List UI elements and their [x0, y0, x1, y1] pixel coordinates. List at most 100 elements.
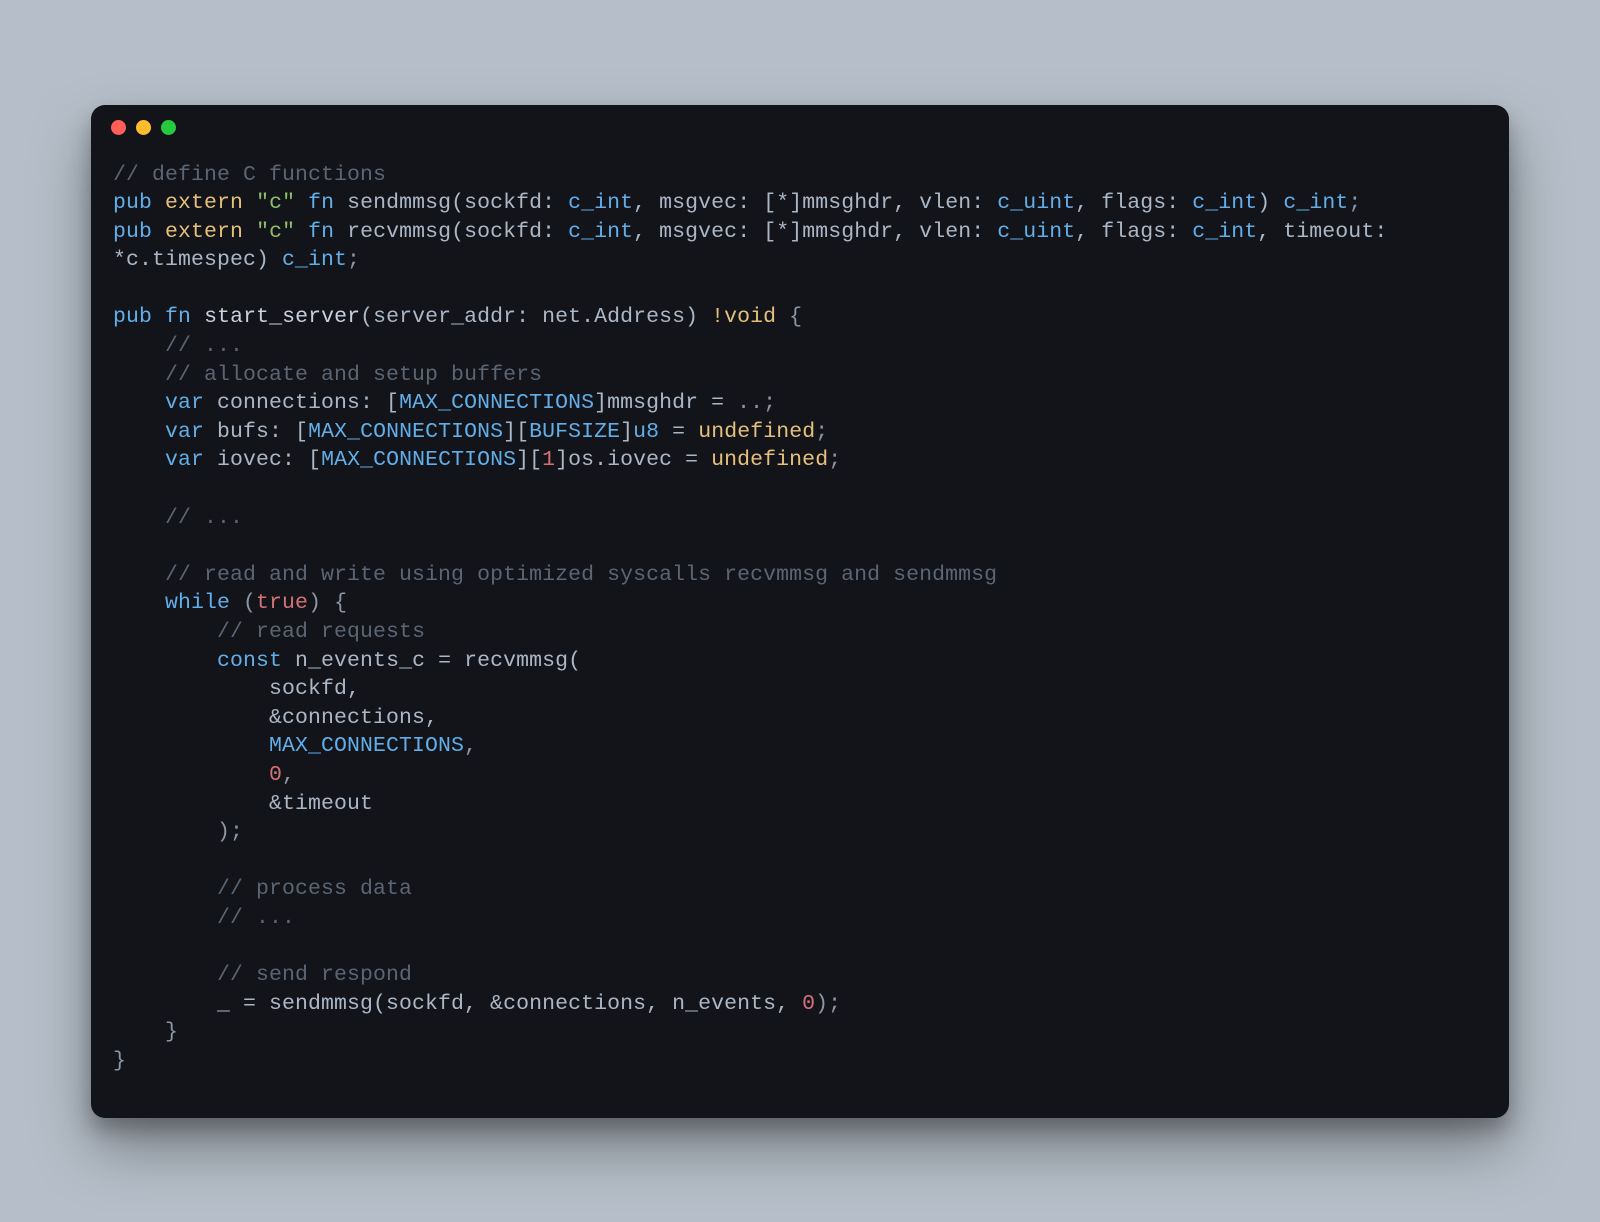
code-token: c_int — [568, 191, 633, 215]
code-token: // ... — [217, 906, 295, 930]
code-token: true — [256, 591, 308, 615]
code-token: c_int — [1192, 191, 1257, 215]
code-token: &timeout — [113, 792, 373, 816]
code-token: // define C functions — [113, 163, 386, 187]
code-token — [113, 734, 269, 758]
code-token: c_int — [568, 220, 633, 244]
code-token: while — [165, 591, 230, 615]
code-token: fn — [165, 305, 191, 329]
code-token — [152, 305, 165, 329]
code-token — [243, 220, 256, 244]
code-token: , msgvec: [*]mmsghdr, vlen: — [633, 191, 997, 215]
code-token: { — [776, 305, 802, 329]
code-token: ; — [1348, 191, 1361, 215]
code-token: , flags: — [1075, 191, 1192, 215]
code-token: connections: [ — [204, 391, 399, 415]
code-token: _ = sendmmsg(sockfd, &connections, n_eve… — [113, 992, 802, 1016]
code-token — [113, 334, 165, 358]
code-token — [113, 763, 269, 787]
code-token: // ... — [165, 506, 243, 530]
code-token: , msgvec: [*]mmsghdr, vlen: — [633, 220, 997, 244]
code-token: pub — [113, 305, 152, 329]
code-token — [113, 563, 165, 587]
code-token: "c" — [256, 191, 295, 215]
code-token — [113, 906, 217, 930]
window-titlebar — [91, 105, 1509, 151]
code-block: // define C functions pub extern "c" fn … — [91, 151, 1509, 1118]
code-token: "c" — [256, 220, 295, 244]
code-token: n_events_c = recvmmsg( — [282, 649, 581, 673]
code-token: *c.timespec) — [113, 248, 282, 272]
code-token: recvmmsg(sockfd: — [334, 220, 568, 244]
code-token: c_int — [282, 248, 347, 272]
code-token: ; — [347, 248, 360, 272]
minimize-icon[interactable] — [136, 120, 151, 135]
code-token: 1 — [542, 448, 555, 472]
code-token: , timeout: — [1257, 220, 1400, 244]
code-token: 0 — [802, 992, 815, 1016]
code-token: c_uint — [997, 220, 1075, 244]
code-token: (server_addr: net.Address) — [360, 305, 711, 329]
code-token: ; — [763, 391, 776, 415]
code-token: , — [282, 763, 295, 787]
close-icon[interactable] — [111, 120, 126, 135]
code-token — [113, 420, 165, 444]
code-token: // send respond — [217, 963, 412, 987]
code-token: bufs: [ — [204, 420, 308, 444]
code-token: undefined — [711, 448, 828, 472]
code-token: ); — [113, 820, 243, 844]
code-token: c_int — [1283, 191, 1348, 215]
code-token: , — [464, 734, 477, 758]
code-token: , flags: — [1075, 220, 1192, 244]
code-token — [295, 220, 308, 244]
code-token: ][ — [516, 448, 542, 472]
code-window: // define C functions pub extern "c" fn … — [91, 105, 1509, 1118]
code-token: } — [113, 1020, 178, 1044]
code-token: ]os.iovec = — [555, 448, 711, 472]
code-token: pub — [113, 191, 152, 215]
code-token: ; — [815, 420, 828, 444]
code-token: MAX_CONNECTIONS — [269, 734, 464, 758]
code-token: ); — [815, 992, 841, 1016]
code-token — [113, 620, 217, 644]
code-token — [191, 305, 204, 329]
code-token: !void — [711, 305, 776, 329]
code-token: = — [659, 420, 698, 444]
code-token: undefined — [698, 420, 815, 444]
code-token: MAX_CONNECTIONS — [308, 420, 503, 444]
code-token: ) { — [308, 591, 347, 615]
code-token: extern — [165, 220, 243, 244]
code-token: // process data — [217, 877, 412, 901]
code-token — [113, 649, 217, 673]
code-token: &connections, — [113, 706, 438, 730]
code-token — [113, 448, 165, 472]
code-token — [113, 506, 165, 530]
code-token: var — [165, 420, 204, 444]
code-token — [113, 391, 165, 415]
code-token: ; — [828, 448, 841, 472]
code-token: const — [217, 649, 282, 673]
code-token: c_uint — [997, 191, 1075, 215]
code-token: ] — [620, 420, 633, 444]
code-token: MAX_CONNECTIONS — [399, 391, 594, 415]
code-token: .. — [737, 391, 763, 415]
code-token: // read and write using optimized syscal… — [165, 563, 997, 587]
code-token — [152, 220, 165, 244]
zoom-icon[interactable] — [161, 120, 176, 135]
code-token: // allocate and setup buffers — [165, 363, 542, 387]
code-token: ]mmsghdr = — [594, 391, 737, 415]
code-token: var — [165, 391, 204, 415]
code-token: extern — [165, 191, 243, 215]
code-token: var — [165, 448, 204, 472]
code-token: // ... — [165, 334, 243, 358]
code-token: // read requests — [217, 620, 425, 644]
code-token: 0 — [269, 763, 282, 787]
code-token: start_server — [204, 305, 360, 329]
code-token — [113, 363, 165, 387]
code-token: sendmmsg(sockfd: — [334, 191, 568, 215]
code-token — [113, 591, 165, 615]
code-token: ( — [230, 591, 256, 615]
code-token: } — [113, 1049, 126, 1073]
code-token — [152, 191, 165, 215]
code-token — [295, 191, 308, 215]
